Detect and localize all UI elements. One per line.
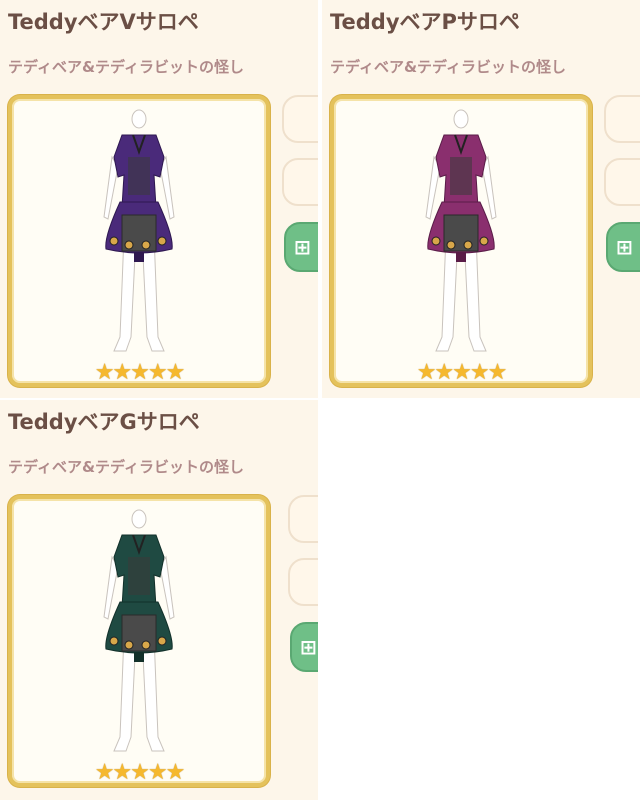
- side-button-top[interactable]: [282, 95, 318, 143]
- rarity-stars: ★★★★★: [416, 360, 508, 385]
- item-series: テディベア&テディラビットの怪し: [8, 458, 244, 476]
- outfit-image: [425, 109, 497, 352]
- side-button-middle[interactable]: [282, 158, 318, 206]
- item-card[interactable]: ★★★★★: [8, 95, 270, 387]
- gift-icon: ⊞: [300, 635, 317, 659]
- gift-button[interactable]: ⊞: [284, 222, 318, 272]
- item-name: TeddyベアPサロペ: [330, 10, 520, 34]
- outfit-image: [103, 109, 175, 352]
- item-card[interactable]: ★★★★★: [8, 495, 270, 787]
- item-card[interactable]: ★★★★★: [330, 95, 592, 387]
- side-button-top[interactable]: [604, 95, 640, 143]
- item-panel-2: TeddyベアPサロペ テディベア&テディラビットの怪し ★★★★★ ⊞: [322, 0, 640, 398]
- outfit-image: [103, 509, 175, 752]
- item-name: TeddyベアVサロペ: [8, 10, 199, 34]
- item-name: TeddyベアGサロペ: [8, 410, 200, 434]
- item-panel-1: TeddyベアVサロペ テディベア&テディラビットの怪し ★★★★★ ⊞: [0, 0, 318, 398]
- item-panel-3: TeddyベアGサロペ テディベア&テディラビットの怪し ★★★★★ ⊞: [0, 400, 318, 800]
- gift-button[interactable]: ⊞: [290, 622, 318, 672]
- side-button-middle[interactable]: [288, 558, 318, 606]
- item-series: テディベア&テディラビットの怪し: [330, 58, 566, 76]
- rarity-stars: ★★★★★: [94, 760, 186, 785]
- side-button-middle[interactable]: [604, 158, 640, 206]
- gift-icon: ⊞: [616, 235, 633, 259]
- gift-icon: ⊞: [294, 235, 311, 259]
- side-button-top[interactable]: [288, 495, 318, 543]
- gift-button[interactable]: ⊞: [606, 222, 640, 272]
- item-series: テディベア&テディラビットの怪し: [8, 58, 244, 76]
- rarity-stars: ★★★★★: [94, 360, 186, 385]
